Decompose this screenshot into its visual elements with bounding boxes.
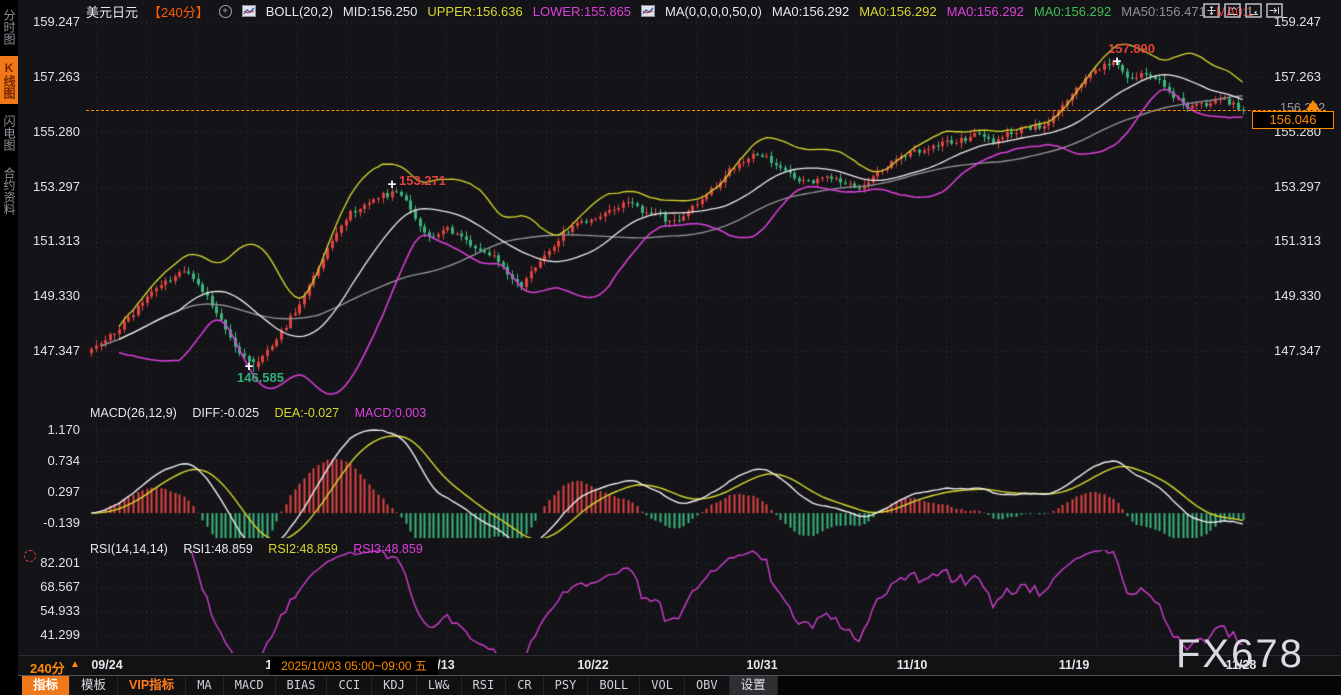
- toolbar-item-rsi[interactable]: RSI: [462, 676, 507, 695]
- price-axis-label-left: 159.247: [18, 14, 80, 29]
- time-axis-row: 240分 ▲ 09/2410/0310/1310/2210/3111/1011/…: [18, 655, 1341, 675]
- rsi-axis-label: 82.201: [18, 555, 80, 570]
- kline-chart-canvas[interactable]: [86, 22, 1266, 655]
- price-axis-label-left: 147.347: [18, 343, 80, 358]
- crosshair-mark-icon: +: [1113, 54, 1122, 69]
- last-price-line: [86, 110, 1326, 111]
- toolbar-item-psy[interactable]: PSY: [544, 676, 589, 695]
- ma0-magenta-value: MA0:156.292: [947, 4, 1024, 19]
- rsi-axis-label: 68.567: [18, 579, 80, 594]
- timeframe-dropdown-arrow-icon[interactable]: ▲: [70, 659, 80, 670]
- boll-lower-value: LOWER:155.865: [533, 4, 631, 19]
- ma-chart-icon: [641, 5, 655, 17]
- boll-mid-value: MID:156.250: [343, 4, 417, 19]
- price-axis-label-right: 147.347: [1274, 343, 1321, 358]
- price-axis-label-left: 155.280: [18, 124, 80, 139]
- interval-label[interactable]: 【240分】: [148, 2, 209, 21]
- toolbar-item-ma[interactable]: MA: [186, 676, 223, 695]
- zoom-x-axis-button[interactable]: [1245, 3, 1262, 18]
- date-label: 11/10: [897, 658, 928, 672]
- boll-chart-icon: [242, 5, 256, 17]
- macd-axis-label: 0.734: [18, 453, 80, 468]
- toolbar-item-lw[interactable]: LW&: [417, 676, 462, 695]
- extreme-price-label: 153.271: [399, 173, 446, 188]
- toolbar-item-obv[interactable]: OBV: [685, 676, 730, 695]
- price-axis-label-right: 151.313: [1274, 233, 1321, 248]
- crosshair-mark-icon: +: [388, 177, 397, 192]
- kline-trading-app: 分时图 K线图 闪电图 合约资料 美元日元 【240分】 + BOLL(20,2…: [0, 0, 1341, 695]
- toolbar-item-vol[interactable]: VOL: [640, 676, 685, 695]
- date-label: 09/24: [91, 658, 122, 672]
- price-axis-label-left: 149.330: [18, 288, 80, 303]
- price-axis-label-right: 153.297: [1274, 179, 1321, 194]
- boll-params: BOLL(20,2): [266, 4, 333, 19]
- sidebar-tab-time-chart[interactable]: 分时图: [0, 4, 18, 50]
- toolbar-item-boll[interactable]: BOLL: [588, 676, 640, 695]
- date-label: 11/28: [1226, 658, 1257, 672]
- circle-plus-icon[interactable]: +: [219, 5, 232, 18]
- toolbar-item-bias[interactable]: BIAS: [276, 676, 328, 695]
- date-label: 10/31: [746, 658, 777, 672]
- toolbar-item-cci[interactable]: CCI: [327, 676, 372, 695]
- sidebar-tab-contract-info[interactable]: 合约资料: [0, 162, 18, 220]
- pan-tool-button[interactable]: [1203, 3, 1220, 18]
- legend-bar: 美元日元 【240分】 + BOLL(20,2) MID:156.250 UPP…: [18, 0, 1341, 22]
- ma0-yellow-value: MA0:156.292: [859, 4, 936, 19]
- macd-axis-label: 1.170: [18, 422, 80, 437]
- price-axis-label-left: 153.297: [18, 179, 80, 194]
- ma0-white-value: MA0:156.292: [772, 4, 849, 19]
- toolbar-item-cr[interactable]: CR: [506, 676, 543, 695]
- zoom-y-axis-button[interactable]: [1224, 3, 1241, 18]
- ma50-value: MA50:156.471: [1121, 4, 1206, 19]
- toolbar-item-settings[interactable]: 设置: [730, 676, 778, 695]
- date-label: 11/19: [1059, 658, 1090, 672]
- indicator-toolbar: 指标模板VIP指标MAMACDBIASCCIKDJLW&RSICRPSYBOLL…: [18, 675, 1341, 695]
- ma-params: MA(0,0,0,0,50,0): [665, 4, 762, 19]
- chart-type-sidebar: 分时图 K线图 闪电图 合约资料: [0, 0, 18, 695]
- crosshair-mark-icon: +: [245, 359, 254, 374]
- crosshair-time-tooltip: 2025/10/03 05:00~09:00 五: [270, 657, 438, 675]
- toolbar-item-vip-indicators[interactable]: VIP指标: [118, 676, 186, 695]
- last-price-tag: 156.046: [1252, 111, 1334, 129]
- sidebar-tab-kline-chart[interactable]: K线图: [0, 56, 18, 104]
- price-axis-label-left: 151.313: [18, 233, 80, 248]
- toolbar-item-templates[interactable]: 模板: [70, 676, 118, 695]
- macd-axis-label: -0.139: [18, 515, 80, 530]
- toolbar-item-indicators[interactable]: 指标: [22, 676, 70, 695]
- rsi-axis-label: 54.933: [18, 603, 80, 618]
- price-axis-label-left: 157.263: [18, 69, 80, 84]
- chart-tool-buttons: [1203, 3, 1283, 18]
- macd-axis-label: 0.297: [18, 484, 80, 499]
- date-label: 10/22: [577, 658, 608, 672]
- price-axis-label-right: 149.330: [1274, 288, 1321, 303]
- ma0-green-value: MA0:156.292: [1034, 4, 1111, 19]
- price-axis-label-right: 157.263: [1274, 69, 1321, 84]
- last-price-arrow-icon: [1306, 100, 1320, 110]
- rsi-axis-label: 41.299: [18, 627, 80, 642]
- boll-upper-value: UPPER:156.636: [427, 4, 522, 19]
- go-to-latest-button[interactable]: [1266, 3, 1283, 18]
- toolbar-item-macd[interactable]: MACD: [224, 676, 276, 695]
- sidebar-tab-flash-chart[interactable]: 闪电图: [0, 110, 18, 156]
- toolbar-item-kdj[interactable]: KDJ: [372, 676, 417, 695]
- symbol-title: 美元日元: [86, 2, 138, 21]
